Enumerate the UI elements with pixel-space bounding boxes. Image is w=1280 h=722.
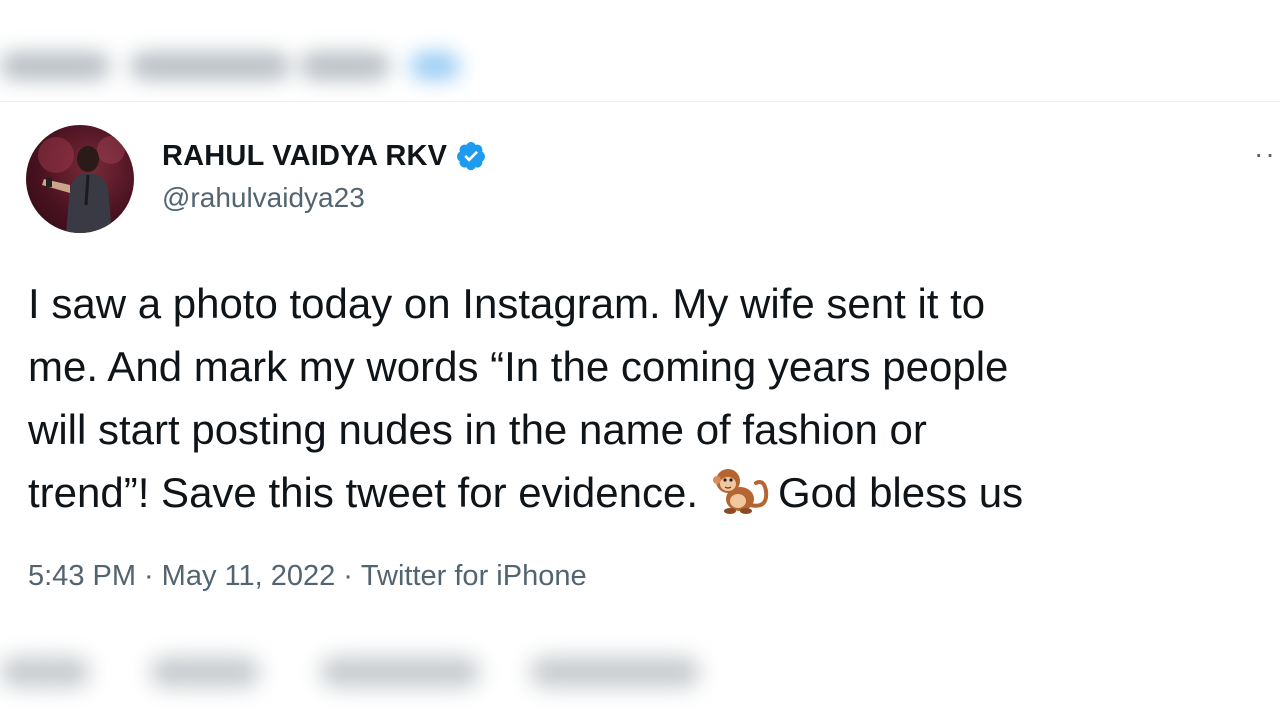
meta-separator: ·	[343, 560, 353, 592]
tweet-screenshot: RAHUL VAIDYA RKV @rahulvaidya23 ·· I saw…	[0, 0, 1280, 722]
blurred-footer	[0, 635, 1280, 715]
avatar[interactable]	[26, 125, 134, 233]
tweet-text: I saw a photo today on Instagram. My wif…	[28, 272, 1268, 524]
tweet-line: will start posting nudes in the name of …	[28, 406, 927, 453]
tweet-meta: 5:43 PM · May 11, 2022 · Twitter for iPhone	[28, 560, 587, 593]
tweet-line-last: trend”! Save this tweet for evidence. Go…	[28, 461, 1268, 524]
author-row: RAHUL VAIDYA RKV	[162, 138, 487, 174]
monkey-emoji-icon	[706, 465, 772, 515]
tweet-source[interactable]: Twitter for iPhone	[361, 560, 587, 592]
tweet-line-end: God bless us	[778, 469, 1024, 516]
verified-badge-icon	[455, 140, 487, 172]
tweet-time[interactable]: 5:43 PM	[28, 560, 136, 592]
tweet-line-text: trend”! Save this tweet for evidence.	[28, 469, 699, 516]
tweet-line: me. And mark my words “In the coming yea…	[28, 343, 1009, 390]
more-options-icon[interactable]: ··	[1254, 140, 1277, 168]
display-name[interactable]: RAHUL VAIDYA RKV	[162, 140, 447, 173]
handle[interactable]: @rahulvaidya23	[162, 182, 365, 214]
tweet-line: I saw a photo today on Instagram. My wif…	[28, 280, 986, 327]
blurred-header	[0, 30, 520, 110]
tweet-date[interactable]: May 11, 2022	[162, 560, 336, 592]
header-divider	[0, 101, 1280, 102]
meta-separator: ·	[144, 560, 154, 592]
